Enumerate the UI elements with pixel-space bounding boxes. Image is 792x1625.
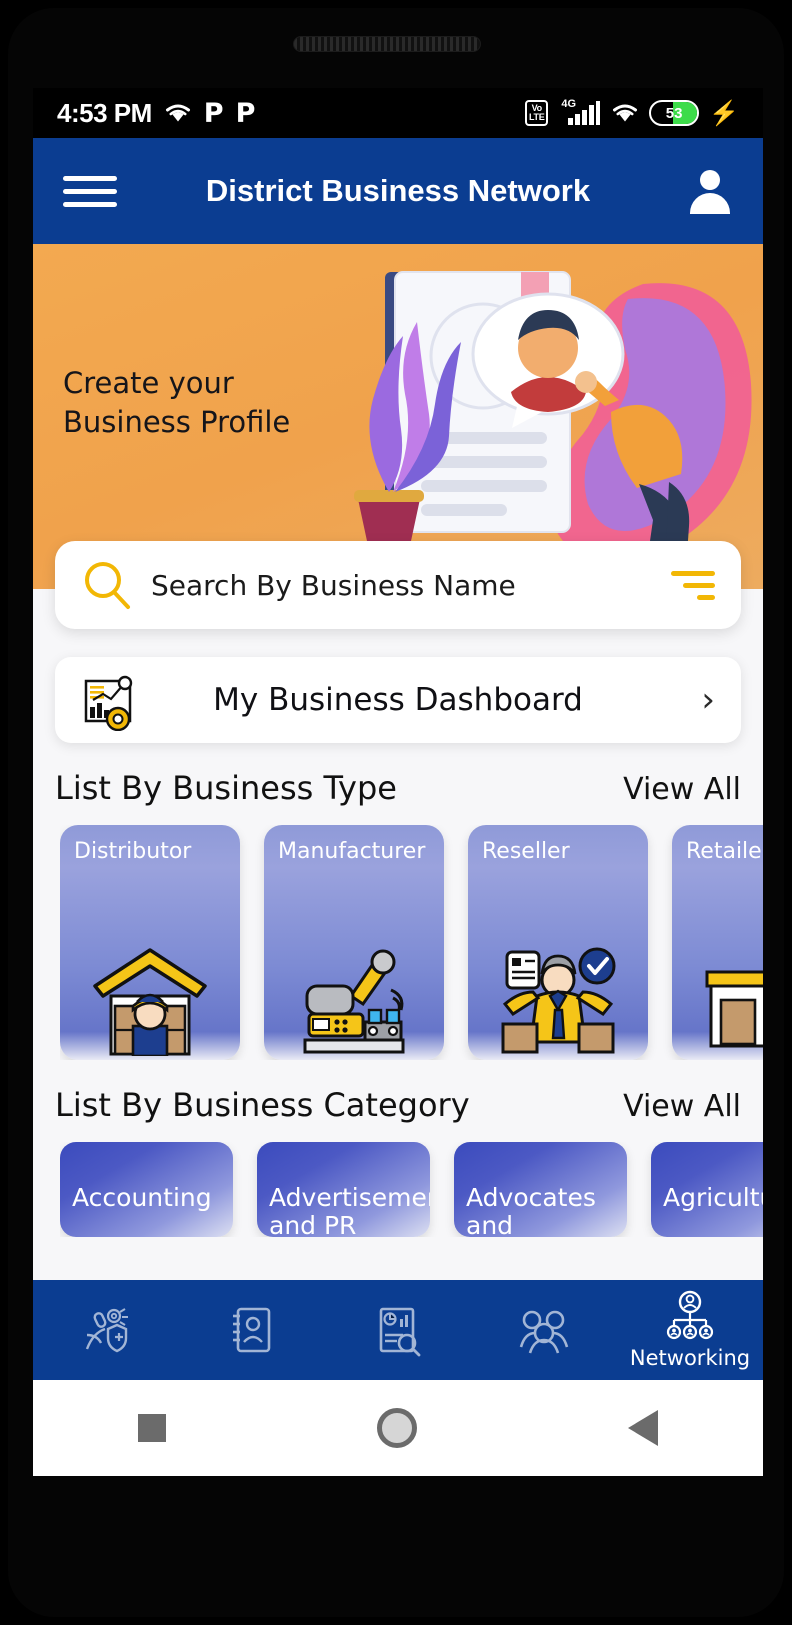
p-badge-icon: P: [235, 97, 256, 129]
business-type-section-header: List By Business Type View All: [55, 769, 741, 807]
business-category-card-accounting[interactable]: Accounting: [60, 1142, 233, 1237]
network-hierarchy-icon: [666, 1290, 714, 1340]
business-type-card-manufacturer[interactable]: Manufacturer: [264, 825, 444, 1060]
avatar: [687, 168, 733, 214]
business-type-card-distributor[interactable]: Distributor: [60, 825, 240, 1060]
nav-item-networking[interactable]: Networking: [617, 1280, 763, 1380]
warehouse-worker-icon: [93, 948, 207, 1056]
lightning-bolt-icon: ⚡: [709, 99, 739, 127]
filter-bar: [683, 582, 715, 588]
filter-bar: [697, 594, 715, 600]
retail-store-icon: [705, 970, 763, 1048]
card-label: Agriculture: [663, 1183, 763, 1212]
wifi-icon: [611, 102, 639, 124]
business-category-card-advocates[interactable]: Advocates and: [454, 1142, 627, 1237]
business-type-card-retailer[interactable]: Retailer: [672, 825, 763, 1060]
report-search-icon: [379, 1307, 421, 1357]
hamburger-bar: [63, 175, 117, 181]
promo-banner[interactable]: Create your Business Profile: [33, 244, 763, 589]
wifi-icon: [164, 102, 192, 124]
status-bar-right: Vo LTE 4G 53 ⚡: [524, 98, 739, 128]
p-badge-icon: P: [203, 97, 224, 129]
user-avatar-icon[interactable]: [687, 168, 733, 214]
nav-label-networking: Networking: [629, 1346, 751, 1370]
card-label: Distributor: [74, 839, 192, 864]
contact-book-icon: [233, 1307, 271, 1353]
nav-item-reports[interactable]: [325, 1280, 471, 1380]
card-label: Advertisement and PR: [269, 1183, 430, 1238]
status-bar-left: 4:53 PM P P: [57, 98, 255, 129]
business-category-card-agriculture[interactable]: Agriculture: [651, 1142, 763, 1237]
card-label: Advocates and: [466, 1183, 596, 1238]
hamburger-bar: [63, 188, 117, 194]
square-recents-icon[interactable]: [138, 1414, 167, 1442]
phone-shell: 4:53 PM P P Vo LTE 4G 53 ⚡ District Busi…: [0, 0, 792, 1625]
nav-item-directory[interactable]: [179, 1280, 325, 1380]
view-all-business-types[interactable]: View All: [623, 772, 741, 807]
business-category-card-row[interactable]: Accounting Advertisement and PR Advocate…: [60, 1142, 763, 1237]
filter-bar: [671, 570, 715, 576]
business-category-section-header: List By Business Category View All: [55, 1086, 741, 1124]
filter-icon[interactable]: [671, 564, 715, 607]
business-analytics-icon: [84, 675, 133, 731]
healthcare-hand-icon: [85, 1308, 128, 1353]
hamburger-menu-icon[interactable]: [63, 168, 117, 215]
nav-item-healthcare[interactable]: [33, 1280, 179, 1380]
search-icon: [85, 562, 130, 609]
card-label: Manufacturer: [278, 839, 426, 864]
status-clock: 4:53 PM: [57, 97, 152, 128]
banner-title: Create your Business Profile: [63, 366, 291, 439]
bottom-navigation-bar: Networking: [33, 1280, 763, 1380]
volte-icon: Vo LTE: [524, 100, 549, 126]
robot-arm-factory-icon: [303, 949, 405, 1054]
circle-home-icon[interactable]: [376, 1408, 417, 1448]
view-all-business-categories[interactable]: View All: [623, 1089, 741, 1124]
reseller-person-icon: [501, 947, 616, 1054]
network-type-label: 4G: [561, 98, 577, 110]
section-title: List By Business Category: [55, 1086, 470, 1124]
earpiece-speaker: [293, 36, 481, 52]
page-title: District Business Network: [205, 173, 591, 208]
search-input[interactable]: Search By Business Name: [55, 541, 741, 629]
business-type-card-reseller[interactable]: Reseller: [468, 825, 648, 1060]
app-header: District Business Network: [33, 138, 763, 244]
group-people-icon: [519, 1310, 569, 1354]
chevron-right-icon[interactable]: ›: [701, 683, 715, 717]
battery-indicator: 53: [649, 100, 700, 126]
card-label: Retailer: [686, 839, 763, 864]
my-business-dashboard-card[interactable]: My Business Dashboard ›: [55, 657, 741, 743]
dashboard-label: My Business Dashboard: [213, 682, 583, 718]
card-label: Reseller: [482, 839, 570, 864]
search-placeholder-text: Search By Business Name: [151, 568, 516, 602]
banner-illustration: [354, 271, 752, 589]
nav-item-groups[interactable]: [471, 1280, 617, 1380]
avatar-body: [690, 193, 730, 214]
app-viewport: District Business Network Create your Bu…: [33, 138, 763, 1476]
card-label: Accounting: [72, 1183, 212, 1212]
avatar-head: [700, 170, 720, 190]
hamburger-bar: [63, 201, 117, 207]
triangle-back-icon[interactable]: [627, 1410, 658, 1446]
status-bar: 4:53 PM P P Vo LTE 4G 53 ⚡: [33, 88, 763, 138]
search-section: Search By Business Name: [55, 541, 741, 629]
battery-percent-label: 53: [665, 104, 683, 122]
android-system-nav: [33, 1380, 763, 1476]
section-title: List By Business Type: [55, 769, 397, 807]
business-type-card-row[interactable]: Distributor Manufacturer Reseller Retail…: [60, 825, 763, 1060]
business-category-card-advertisement[interactable]: Advertisement and PR: [257, 1142, 430, 1237]
signal-bars-icon: 4G: [558, 98, 601, 126]
